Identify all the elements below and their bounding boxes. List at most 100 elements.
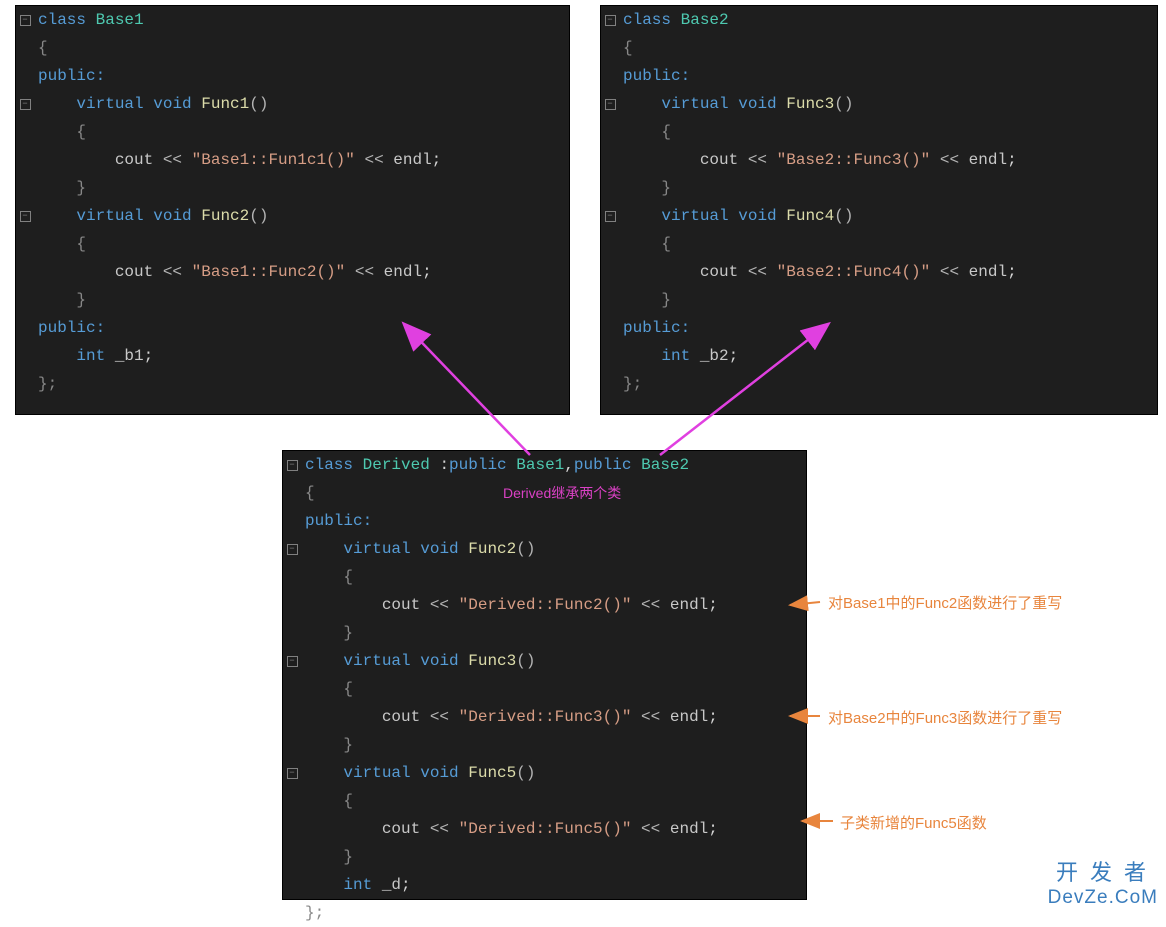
string-literal: "Base1::Func2()" (192, 263, 346, 281)
void-keyword: void (153, 207, 191, 225)
endl: endl (969, 151, 1007, 169)
cout: cout (700, 151, 738, 169)
public-kw: public (449, 456, 507, 474)
virtual-keyword: virtual (76, 207, 143, 225)
shift-op: << (631, 708, 669, 726)
class-keyword: class (38, 11, 86, 29)
fold-minus-icon[interactable]: − (287, 460, 298, 471)
shift-op: << (153, 151, 191, 169)
open-brace: { (343, 568, 353, 586)
fold-minus-icon[interactable]: − (20, 99, 31, 110)
fold-minus-icon[interactable]: − (605, 99, 616, 110)
base1-name: Base1 (516, 456, 564, 474)
class-name: Base2 (681, 11, 729, 29)
func-parens: () (249, 207, 268, 225)
virtual-keyword: virtual (343, 540, 410, 558)
endl: endl (670, 596, 708, 614)
fold-minus-icon[interactable]: − (287, 768, 298, 779)
shift-op: << (420, 820, 458, 838)
open-brace: { (623, 39, 633, 57)
func-parens: () (516, 540, 535, 558)
comma: , (564, 456, 574, 474)
base2-name: Base2 (641, 456, 689, 474)
class-keyword: class (623, 11, 671, 29)
close-brace-semi: }; (38, 375, 57, 393)
semicolon: ; (729, 347, 739, 365)
fold-minus-icon[interactable]: − (605, 211, 616, 222)
endl: endl (670, 708, 708, 726)
watermark-en: DevZe.CoM (1048, 887, 1158, 909)
string-literal: "Derived::Func5()" (459, 820, 632, 838)
cout: cout (382, 820, 420, 838)
void-keyword: void (153, 95, 191, 113)
close-brace: } (661, 179, 671, 197)
semicolon: ; (1007, 151, 1017, 169)
semicolon: ; (144, 347, 154, 365)
open-brace: { (661, 235, 671, 253)
string-literal: "Derived::Func3()" (459, 708, 632, 726)
member-name: _d (382, 876, 401, 894)
member-name: _b2 (700, 347, 729, 365)
string-literal: "Base2::Func3()" (777, 151, 931, 169)
class-keyword: class (305, 456, 353, 474)
shift-op: << (631, 596, 669, 614)
shift-op: << (345, 263, 383, 281)
string-literal: "Base1::Fun1c1()" (192, 151, 355, 169)
member-name: _b1 (115, 347, 144, 365)
shift-op: << (930, 263, 968, 281)
class-name: Derived (363, 456, 430, 474)
open-brace: { (661, 123, 671, 141)
shift-op: << (631, 820, 669, 838)
annotation-func2-override: 对Base1中的Func2函数进行了重写 (828, 592, 1062, 613)
cout: cout (382, 596, 420, 614)
inherit-colon: : (430, 456, 449, 474)
shift-op: << (420, 596, 458, 614)
string-literal: "Base2::Func4()" (777, 263, 931, 281)
fold-minus-icon[interactable]: − (287, 544, 298, 555)
endl: endl (384, 263, 422, 281)
void-keyword: void (420, 540, 458, 558)
func-name: Func3 (786, 95, 834, 113)
void-keyword: void (420, 652, 458, 670)
semicolon: ; (708, 820, 718, 838)
func-name: Func1 (201, 95, 249, 113)
endl: endl (670, 820, 708, 838)
code-block-base1: − class Base1 { public: − virtual void F… (15, 5, 570, 415)
fold-minus-icon[interactable]: − (287, 656, 298, 667)
fold-minus-icon[interactable]: − (20, 15, 31, 26)
func-name: Func4 (786, 207, 834, 225)
open-brace: { (76, 235, 86, 253)
func-name: Func3 (468, 652, 516, 670)
annotation-func3-override: 对Base2中的Func3函数进行了重写 (828, 707, 1062, 728)
fold-minus-icon[interactable]: − (605, 15, 616, 26)
open-brace: { (305, 484, 315, 502)
semicolon: ; (708, 596, 718, 614)
void-keyword: void (738, 95, 776, 113)
close-brace: } (76, 291, 86, 309)
watermark: 开发者 DevZe.CoM (1048, 855, 1158, 909)
close-brace: } (661, 291, 671, 309)
semicolon: ; (708, 708, 718, 726)
virtual-keyword: virtual (661, 95, 728, 113)
endl: endl (969, 263, 1007, 281)
cout: cout (115, 151, 153, 169)
close-brace: } (343, 848, 353, 866)
open-brace: { (38, 39, 48, 57)
semicolon: ; (1007, 263, 1017, 281)
func-parens: () (834, 207, 853, 225)
semicolon: ; (401, 876, 411, 894)
virtual-keyword: virtual (343, 764, 410, 782)
shift-op: << (930, 151, 968, 169)
public-kw: public (574, 456, 632, 474)
virtual-keyword: virtual (343, 652, 410, 670)
semicolon: ; (432, 151, 442, 169)
public-keyword: public: (623, 67, 690, 85)
func-parens: () (516, 652, 535, 670)
open-brace: { (343, 792, 353, 810)
func-parens: () (249, 95, 268, 113)
shift-op: << (355, 151, 393, 169)
fold-minus-icon[interactable]: − (20, 211, 31, 222)
void-keyword: void (420, 764, 458, 782)
string-literal: "Derived::Func2()" (459, 596, 632, 614)
close-brace-semi: }; (305, 904, 324, 922)
